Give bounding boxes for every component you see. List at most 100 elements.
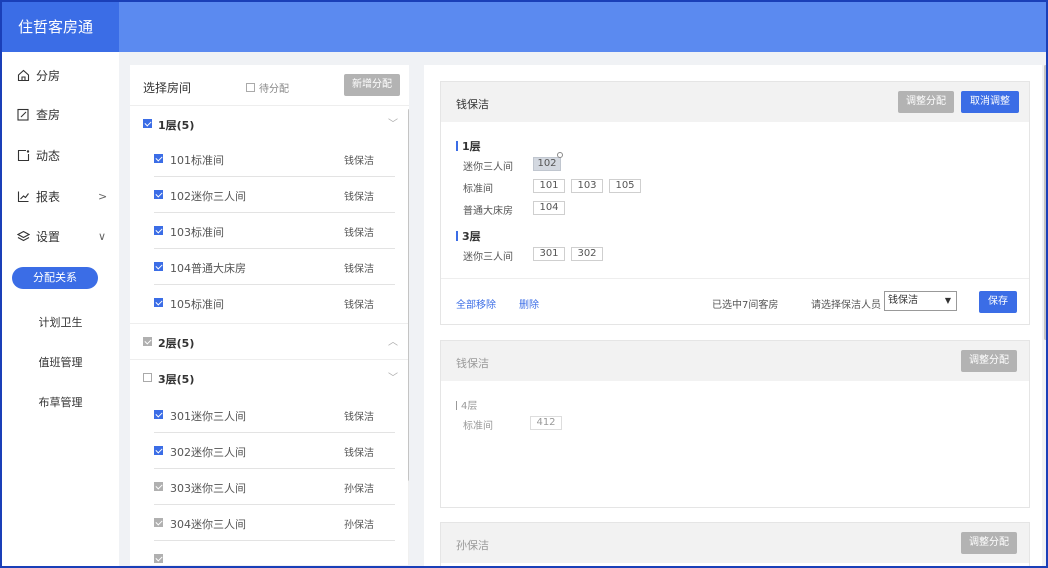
room-type-label: 迷你三人间 bbox=[463, 162, 513, 173]
room-cleaner: 钱保洁 bbox=[344, 448, 374, 459]
room-checkbox[interactable] bbox=[154, 446, 163, 455]
room-row[interactable]: 101标准间 钱保洁 bbox=[130, 141, 409, 177]
room-cleaner: 孙保洁 bbox=[344, 484, 374, 495]
room-cleaner: 钱保洁 bbox=[344, 192, 374, 203]
app-window: 住哲客房通 分房 查房 动态 报表 > 设置 ∨ 分配关系 计划卫生 值班管理 … bbox=[0, 0, 1048, 568]
room-tag[interactable]: 301 bbox=[533, 247, 565, 261]
room-checkbox[interactable] bbox=[154, 262, 163, 271]
card-divider bbox=[441, 278, 1029, 279]
room-tag-selected[interactable]: 102 bbox=[533, 157, 561, 171]
delete-link[interactable]: 删除 bbox=[519, 296, 539, 311]
top-bar bbox=[2, 2, 1046, 52]
sidebar-item-label: 报表 bbox=[36, 189, 61, 204]
sidebar-item-dongtai[interactable]: 动态 bbox=[2, 140, 119, 170]
room-row[interactable]: 304迷你三人间 孙保洁 bbox=[130, 505, 409, 541]
room-row[interactable]: 103标准间 钱保洁 bbox=[130, 213, 409, 249]
room-checkbox[interactable] bbox=[154, 554, 163, 563]
room-row[interactable]: 105标准间 钱保洁 bbox=[130, 285, 409, 321]
sidebar-item-label: 分房 bbox=[36, 68, 61, 83]
selected-count: 已选中7间客房 bbox=[712, 300, 779, 311]
floor-title-text: 4层 bbox=[461, 401, 478, 412]
floor-label: 1层(5) bbox=[158, 119, 195, 132]
sidebar-subitem-bucaoguanli[interactable]: 布草管理 bbox=[2, 394, 119, 410]
adjust-assignment-button[interactable]: 调整分配 bbox=[961, 350, 1017, 372]
cleaner-name: 钱保洁 bbox=[456, 357, 489, 370]
floor-label: 3层(5) bbox=[158, 373, 195, 386]
dropdown-caret-icon: ▼ bbox=[944, 296, 951, 305]
room-cleaner: 孙保洁 bbox=[344, 520, 374, 531]
room-tag[interactable]: 103 bbox=[571, 179, 603, 193]
adjust-assignment-button[interactable]: 调整分配 bbox=[961, 532, 1017, 554]
sidebar-item-baobiao[interactable]: 报表 > bbox=[2, 181, 119, 211]
room-label: 304迷你三人间 bbox=[170, 518, 246, 531]
floor-title: 3层 bbox=[456, 228, 481, 244]
room-tag[interactable]: 302 bbox=[571, 247, 603, 261]
room-label: 103标准间 bbox=[170, 226, 224, 239]
floor-checkbox[interactable] bbox=[143, 373, 152, 382]
chevron-down-icon[interactable]: ﹀ bbox=[388, 369, 398, 384]
sidebar-subitem-fenpeiguanxi[interactable]: 分配关系 bbox=[12, 267, 98, 289]
card-header: 孙保洁 调整分配 bbox=[441, 523, 1029, 563]
sidebar-item-shezhi[interactable]: 设置 ∨ bbox=[2, 221, 119, 251]
sidebar-subitem-jihuaweisheng[interactable]: 计划卫生 bbox=[2, 314, 119, 330]
room-label: 101标准间 bbox=[170, 154, 224, 167]
page-scrollbar-thumb[interactable] bbox=[1044, 65, 1046, 340]
floor-label: 2层(5) bbox=[158, 337, 195, 350]
chevron-down-icon[interactable]: ﹀ bbox=[388, 115, 398, 130]
room-checkbox[interactable] bbox=[154, 226, 163, 235]
room-label: 104普通大床房 bbox=[170, 262, 246, 275]
floor-checkbox[interactable] bbox=[143, 119, 152, 128]
floor-checkbox[interactable] bbox=[143, 337, 152, 346]
sidebar-subitem-zhibanguanli[interactable]: 值班管理 bbox=[2, 354, 119, 370]
save-button[interactable]: 保存 bbox=[979, 291, 1017, 313]
home-icon bbox=[16, 68, 30, 82]
room-checkbox[interactable] bbox=[154, 154, 163, 163]
sidebar-item-label: 查房 bbox=[36, 107, 61, 122]
room-label: 105标准间 bbox=[170, 298, 224, 311]
room-label: 301迷你三人间 bbox=[170, 410, 246, 423]
floor-row-1[interactable]: 1层(5) ﹀ bbox=[130, 105, 409, 141]
floor-row-3[interactable]: 3层(5) ﹀ bbox=[130, 359, 409, 395]
remove-tag-icon[interactable] bbox=[557, 152, 563, 158]
add-assignment-button[interactable]: 新增分配 bbox=[344, 74, 400, 96]
app-title: 住哲客房通 bbox=[2, 2, 119, 52]
room-tag[interactable]: 101 bbox=[533, 179, 565, 193]
card-header: 钱保洁 调整分配 bbox=[441, 341, 1029, 381]
sidebar-item-chafang[interactable]: 查房 bbox=[2, 99, 119, 129]
adjust-assignment-button[interactable]: 调整分配 bbox=[898, 91, 954, 113]
room-row[interactable]: 104普通大床房 钱保洁 bbox=[130, 249, 409, 285]
floor-row-2[interactable]: 2层(5) ︿ bbox=[130, 323, 409, 359]
cleaner-select[interactable]: 钱保洁 ▼ bbox=[884, 291, 957, 311]
room-row[interactable]: 301迷你三人间 钱保洁 bbox=[130, 397, 409, 433]
assignment-panel: 钱保洁 调整分配 取消调整 1层 迷你三人间 102 标准间 101 103 1… bbox=[424, 65, 1042, 566]
cancel-adjust-button[interactable]: 取消调整 bbox=[961, 91, 1019, 113]
room-type-label: 标准间 bbox=[463, 184, 493, 195]
room-label: 302迷你三人间 bbox=[170, 446, 246, 459]
room-row[interactable]: 303迷你三人间 孙保洁 bbox=[130, 469, 409, 505]
room-tag[interactable]: 104 bbox=[533, 201, 565, 215]
room-row[interactable]: 302迷你三人间 钱保洁 bbox=[130, 433, 409, 469]
room-select-panel: 选择房间 待分配 新增分配 1层(5) ﹀ 101标准间 钱保洁 102迷你三人… bbox=[130, 65, 409, 565]
sidebar-item-fenfang[interactable]: 分房 bbox=[2, 60, 119, 90]
scrollbar-thumb[interactable] bbox=[408, 109, 409, 481]
room-checkbox[interactable] bbox=[154, 298, 163, 307]
room-type-label: 普通大床房 bbox=[463, 206, 513, 217]
pending-filter[interactable]: 待分配 bbox=[246, 80, 289, 95]
room-label: 303迷你三人间 bbox=[170, 482, 246, 495]
remove-all-link[interactable]: 全部移除 bbox=[456, 296, 496, 311]
chevron-up-icon[interactable]: ︿ bbox=[388, 333, 398, 348]
room-type-label: 迷你三人间 bbox=[463, 252, 513, 263]
room-tag[interactable]: 105 bbox=[609, 179, 641, 193]
choose-cleaner-label: 请选择保洁人员 bbox=[811, 300, 881, 311]
room-row[interactable]: 102迷你三人间 钱保洁 bbox=[130, 177, 409, 213]
pending-checkbox[interactable] bbox=[246, 83, 255, 92]
room-tag[interactable]: 412 bbox=[530, 416, 562, 430]
room-checkbox[interactable] bbox=[154, 482, 163, 491]
sidebar-item-label: 动态 bbox=[36, 148, 61, 163]
assignment-card: 钱保洁 调整分配 4层 标准间 412 bbox=[440, 340, 1030, 508]
room-checkbox[interactable] bbox=[154, 190, 163, 199]
room-checkbox[interactable] bbox=[154, 410, 163, 419]
chevron-right-icon: > bbox=[98, 189, 108, 203]
room-checkbox[interactable] bbox=[154, 518, 163, 527]
room-row-partial[interactable] bbox=[130, 541, 409, 565]
